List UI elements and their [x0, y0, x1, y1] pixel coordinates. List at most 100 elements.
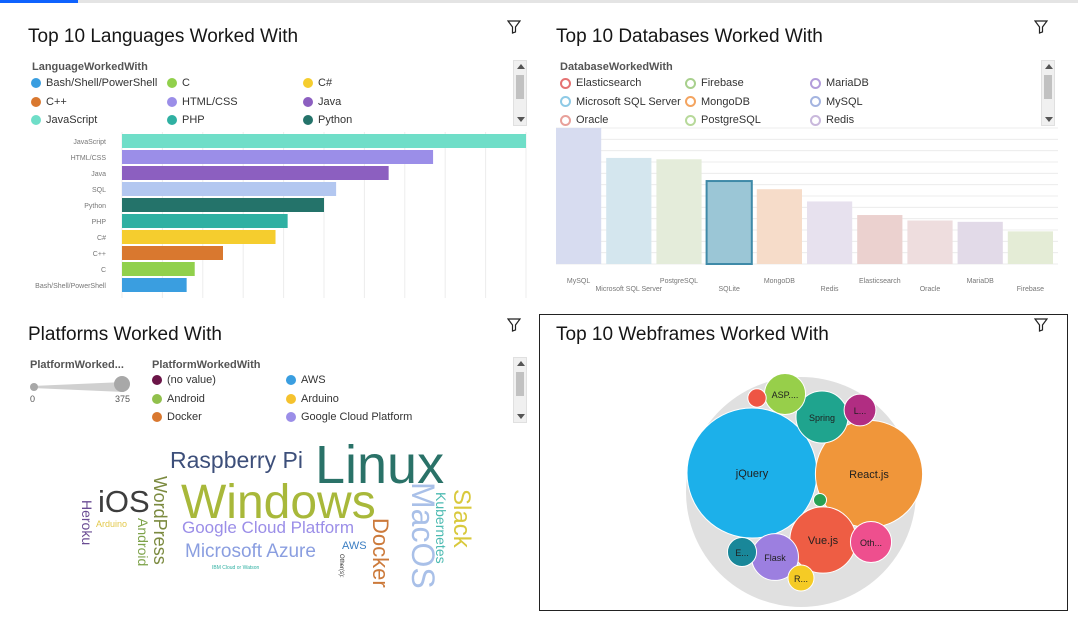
word-docker[interactable]: Docker	[368, 518, 393, 588]
legend-item-android[interactable]: Android	[152, 393, 205, 405]
filter-icon[interactable]	[507, 20, 521, 34]
legend-swatch	[685, 77, 696, 89]
word-heroku[interactable]: Heroku	[79, 500, 95, 545]
bar-mysql[interactable]	[556, 128, 602, 264]
word-ibm-cloud-or-watson[interactable]: IBM Cloud or Watson	[212, 565, 260, 571]
top-progress-line	[0, 0, 1078, 3]
platforms-legend-scrollbar[interactable]	[513, 357, 527, 423]
scroll-down-icon[interactable]	[1045, 117, 1053, 122]
bar-html-css[interactable]	[122, 150, 434, 164]
databases-legend-scrollbar[interactable]	[1041, 60, 1055, 126]
word-android[interactable]: Android	[135, 518, 151, 566]
scroll-up-icon[interactable]	[517, 64, 525, 69]
tick-label: C	[101, 267, 106, 274]
bar-java[interactable]	[122, 166, 389, 180]
tick-label: HTML/CSS	[71, 155, 107, 162]
word-kubernetes[interactable]: Kubernetes	[433, 492, 449, 564]
legend-item-firebase[interactable]: Firebase	[685, 77, 744, 89]
languages-bar-chart: JavaScript HTML/CSS Java SQL Python PHP C# C++ C…	[35, 132, 527, 298]
scroll-down-icon[interactable]	[517, 117, 525, 122]
legend-item-bash-shell-powershell[interactable]: Bash/Shell/PowerShell	[31, 77, 157, 89]
legend-item-mariadb[interactable]: MariaDB	[810, 77, 869, 89]
legend-item-redis[interactable]: Redis	[810, 114, 854, 126]
legend-item-aws[interactable]: AWS	[286, 374, 326, 386]
bubble-unlabeled-11[interactable]	[813, 493, 827, 507]
scroll-up-icon[interactable]	[1045, 64, 1053, 69]
bar-firebase[interactable]	[1007, 231, 1053, 264]
bar-c[interactable]	[122, 262, 195, 276]
legend-swatch	[810, 114, 821, 126]
bar-mariadb[interactable]	[957, 221, 1003, 264]
legend-item-python[interactable]: Python	[303, 114, 352, 126]
slider-min-handle[interactable]	[30, 383, 38, 391]
word-arduino[interactable]: Arduino	[96, 519, 127, 529]
slider-max-handle[interactable]	[114, 376, 130, 392]
legend-label: C	[182, 77, 190, 89]
bar-microsoft-sql-server[interactable]	[606, 157, 652, 264]
scroll-thumb[interactable]	[1044, 75, 1052, 99]
bar-mongodb[interactable]	[756, 189, 802, 264]
legend-item-elasticsearch[interactable]: Elasticsearch	[560, 77, 641, 89]
word-wordpress[interactable]: WordPress	[150, 476, 170, 565]
bar-bash-shell-powershell[interactable]	[122, 278, 187, 292]
word-raspberry-pi[interactable]: Raspberry Pi	[170, 447, 303, 473]
bubble-label: E...	[735, 548, 749, 558]
legend-item-mysql[interactable]: MySQL	[810, 96, 863, 108]
filter-icon[interactable]	[507, 318, 521, 332]
bar-c[interactable]	[122, 246, 223, 260]
legend-label: MySQL	[826, 95, 863, 108]
tick-label: SQL	[92, 187, 106, 194]
word-aws[interactable]: AWS	[342, 540, 367, 552]
languages-title: Top 10 Languages Worked With	[28, 26, 299, 47]
bar-javascript[interactable]	[122, 134, 526, 148]
legend-swatch	[152, 412, 162, 422]
bar-php[interactable]	[122, 214, 288, 228]
legend-item-google-cloud-platform[interactable]: Google Cloud Platform	[286, 411, 412, 423]
legend-item-oracle[interactable]: Oracle	[560, 114, 608, 126]
legend-item-c[interactable]: C#	[303, 77, 332, 89]
languages-legend-scrollbar[interactable]	[513, 60, 527, 126]
legend-item-html-css[interactable]: HTML/CSS	[167, 96, 238, 108]
legend-item-docker[interactable]: Docker	[152, 411, 202, 423]
filter-icon[interactable]	[1034, 20, 1048, 34]
bar-python[interactable]	[122, 198, 324, 212]
bubble-label: ASP....	[772, 390, 799, 400]
legend-swatch	[303, 96, 313, 107]
legend-item-arduino[interactable]: Arduino	[286, 393, 339, 405]
legend-swatch	[685, 96, 696, 107]
databases-title: Top 10 Databases Worked With	[556, 26, 823, 47]
bubble-unlabeled-10[interactable]	[747, 388, 767, 408]
legend-label: C++	[46, 95, 67, 108]
filter-icon[interactable]	[1034, 318, 1048, 332]
scroll-thumb[interactable]	[516, 372, 524, 396]
legend-swatch	[560, 77, 571, 89]
bar-postgresql[interactable]	[656, 159, 702, 264]
legend-label: Elasticsearch	[576, 77, 642, 89]
scroll-down-icon[interactable]	[517, 414, 525, 419]
bar-sqlite[interactable]	[705, 180, 753, 265]
legend-item-php[interactable]: PHP	[167, 114, 205, 126]
word-google-cloud-platform[interactable]: Google Cloud Platform	[182, 518, 354, 537]
bar-oracle[interactable]	[907, 220, 953, 264]
scroll-thumb[interactable]	[516, 75, 524, 99]
word-other-s[interactable]: Other(s):	[338, 554, 344, 578]
legend-item-mongodb[interactable]: MongoDB	[685, 96, 750, 108]
legend-item-c[interactable]: C	[167, 77, 190, 89]
bar-c[interactable]	[122, 230, 276, 244]
legend-item-no-value[interactable]: (no value)	[152, 374, 216, 386]
legend-item-java[interactable]: Java	[303, 96, 341, 108]
bar-elasticsearch[interactable]	[857, 215, 903, 264]
legend-item-c[interactable]: C++	[31, 96, 67, 108]
scroll-up-icon[interactable]	[517, 361, 525, 366]
legend-item-javascript[interactable]: JavaScript	[31, 114, 97, 126]
legend-item-microsoft-sql-server[interactable]: Microsoft SQL Server	[560, 96, 681, 108]
word-microsoft-azure[interactable]: Microsoft Azure	[185, 541, 316, 562]
word-slack[interactable]: Slack	[448, 489, 475, 549]
word-ios[interactable]: iOS	[98, 484, 150, 519]
legend-label: Redis	[826, 114, 855, 126]
legend-item-postgresql[interactable]: PostgreSQL	[685, 114, 761, 126]
tick-label: Python	[84, 203, 106, 210]
bar-redis[interactable]	[807, 201, 853, 264]
platforms-size-slider[interactable]	[32, 382, 124, 392]
bar-sql[interactable]	[122, 182, 337, 196]
